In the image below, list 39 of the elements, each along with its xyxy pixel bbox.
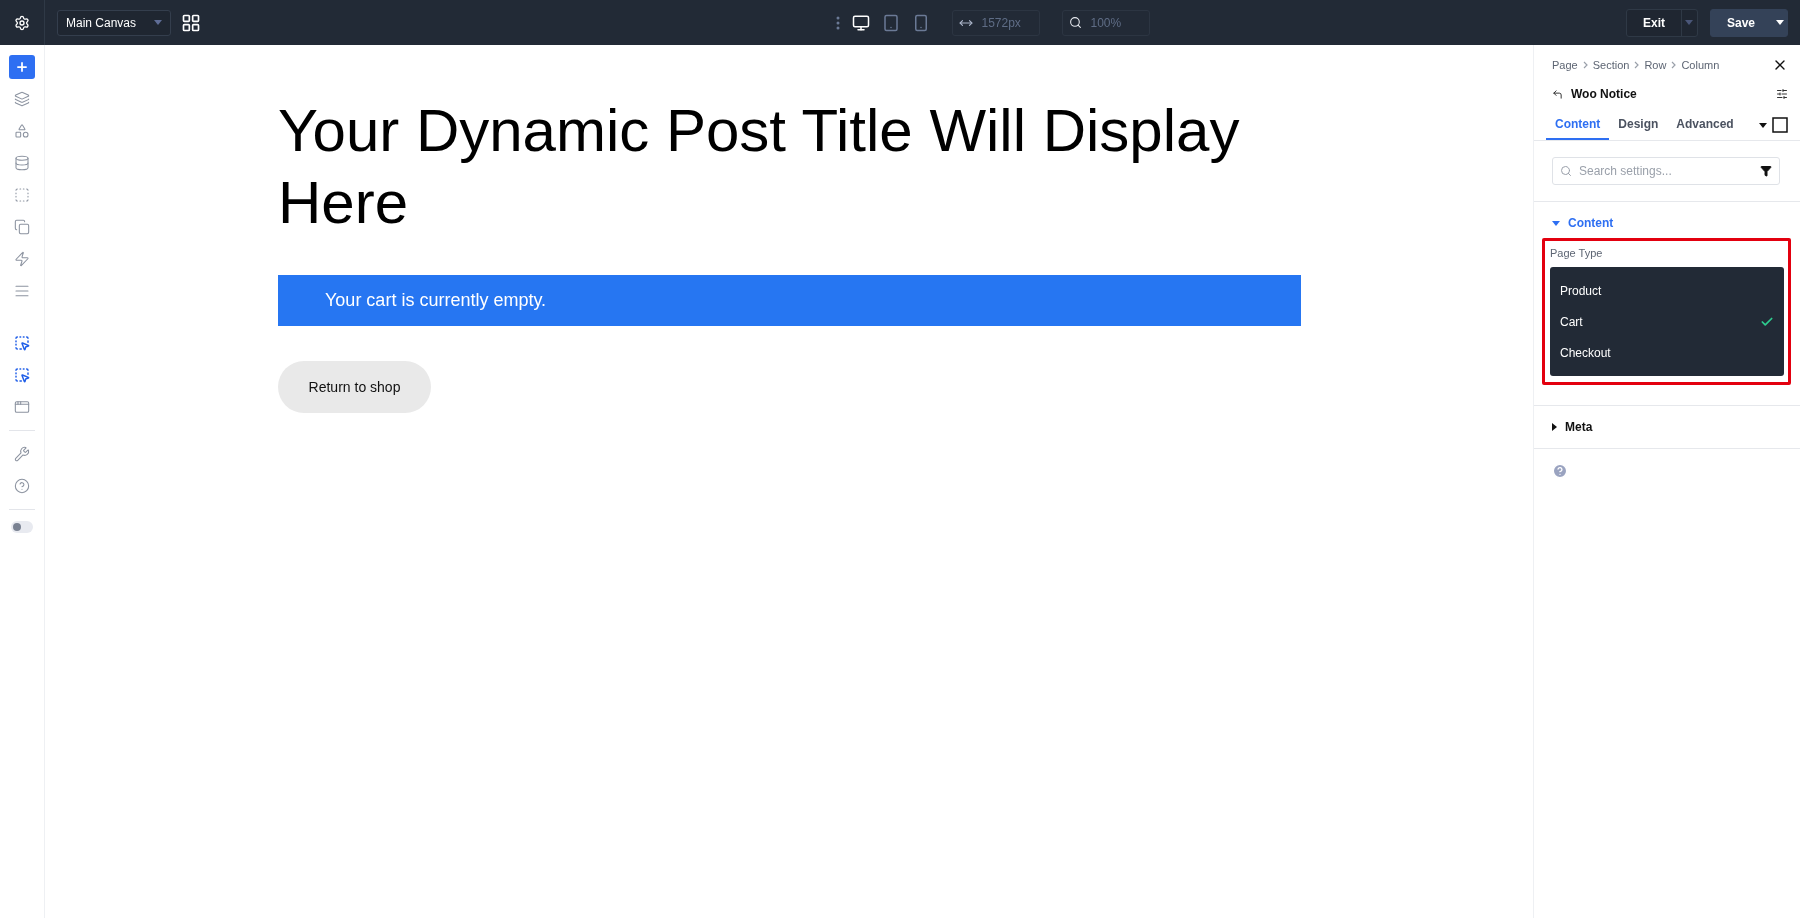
caret-icon[interactable] (1759, 122, 1767, 128)
return-button[interactable]: Return to shop (278, 361, 431, 413)
caret-icon (1552, 220, 1560, 226)
back-icon[interactable] (1552, 88, 1563, 100)
add-icon[interactable] (9, 55, 35, 79)
search-icon (1069, 16, 1083, 29)
monitor-icon[interactable] (852, 13, 871, 32)
settings-icon[interactable] (14, 14, 30, 31)
field-label: Page Type (1550, 247, 1604, 259)
section-header[interactable]: Meta (1534, 406, 1800, 442)
tablet-icon[interactable] (882, 13, 901, 32)
search-field[interactable]: Search settings... (1552, 157, 1780, 185)
panel-tab[interactable]: Advanced (1667, 117, 1743, 140)
panel-tab[interactable]: Design (1609, 117, 1668, 140)
more-icon[interactable] (836, 15, 841, 30)
post-title: Your Dynamic Post Title Will Display Here (278, 96, 1241, 238)
module-title: Woo Notice (1571, 87, 1638, 101)
dropdown-option[interactable]: Product (1550, 275, 1784, 306)
section-header[interactable]: Content (1534, 202, 1800, 238)
dropdown-option[interactable]: Checkout (1550, 337, 1784, 368)
help-icon[interactable] (1552, 463, 1568, 479)
chevron-icon (1671, 61, 1677, 69)
toggle-switch[interactable] (11, 521, 33, 533)
breadcrumb-link[interactable]: Row (1644, 59, 1667, 71)
panel-tab[interactable]: Content (1546, 117, 1610, 140)
square-icon[interactable] (1772, 117, 1788, 133)
dropdown-option[interactable]: Cart (1550, 306, 1784, 337)
sliders-icon[interactable] (1776, 88, 1788, 100)
canvas-select[interactable]: Main Canvas (57, 9, 171, 36)
chevron-icon (1634, 61, 1640, 69)
grid-icon[interactable] (181, 12, 201, 33)
filter-icon[interactable] (1760, 165, 1772, 177)
caret-icon (1552, 423, 1557, 431)
chevron-icon (1582, 61, 1588, 69)
search-icon (1560, 165, 1572, 177)
breadcrumb-link[interactable]: Section (1592, 59, 1630, 71)
breadcrumb-link[interactable]: Page (1552, 59, 1578, 71)
cart-notice: Your cart is currently empty. (278, 275, 1301, 326)
breadcrumb-link[interactable]: Column (1681, 59, 1720, 71)
